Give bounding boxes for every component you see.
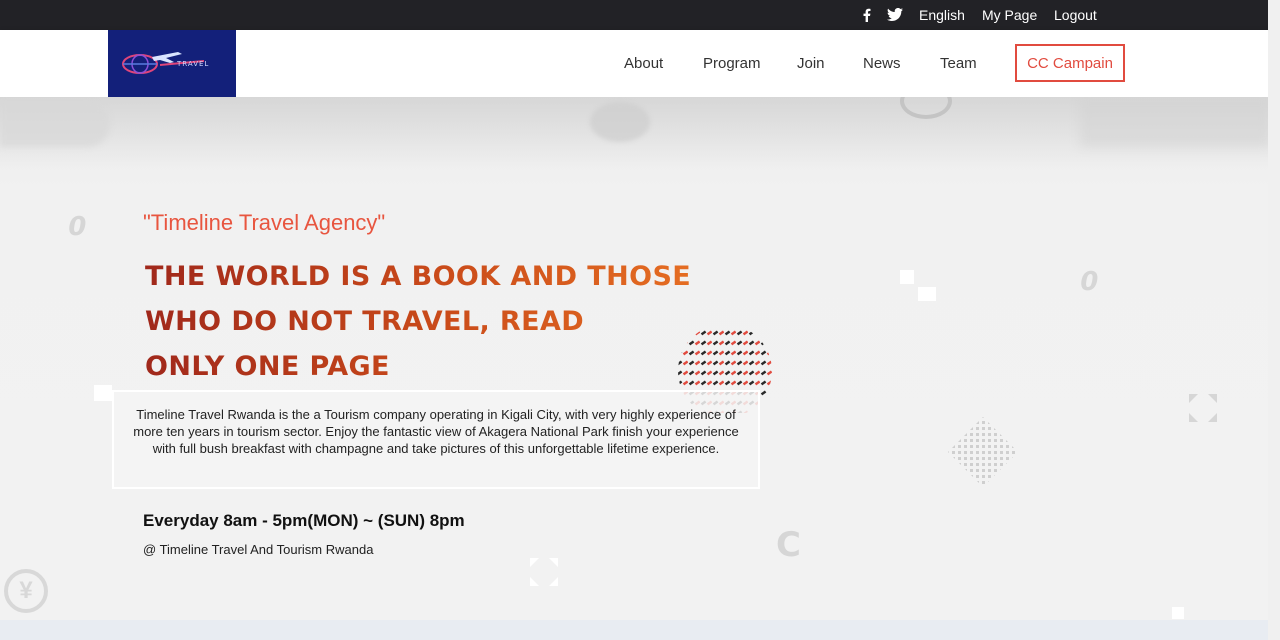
hero-section: 0 0 C ¥ "Timeline Travel Agency" THE WOR… [0,97,1268,620]
nav-item-team[interactable]: Team [940,55,977,72]
background-blur-shape [1080,97,1268,147]
cc-campain-button[interactable]: CC Campain [1015,44,1125,82]
pixel-square [1172,607,1184,619]
logout-link[interactable]: Logout [1054,7,1097,23]
logo-text: TRAVEL [177,60,210,68]
dotted-diamond-pattern [948,417,1018,487]
site-logo[interactable]: TRAVEL [108,30,236,97]
zero-glyph-icon: 0 [65,212,89,242]
hero-subtitle: "Timeline Travel Agency" [143,210,386,235]
globe-plane-icon [122,52,205,74]
yen-coin-icon: ¥ [4,569,48,613]
nav-item-news[interactable]: News [863,55,901,72]
page-bottom-strip [0,620,1268,640]
cross-arrows-icon [1189,394,1217,422]
pixel-square [94,385,112,401]
background-blur-shape [590,102,650,142]
background-blur-shape [0,102,110,147]
top-bar: English My Page Logout [0,0,1268,30]
opening-hours: Everyday 8am - 5pm(MON) ~ (SUN) 8pm [143,511,465,530]
description-box: Timeline Travel Rwanda is the a Tourism … [112,390,760,489]
scrollbar[interactable] [1268,0,1280,640]
zero-glyph-icon: 0 [1077,267,1101,297]
language-link[interactable]: English [919,7,965,23]
nav-item-join[interactable]: Join [797,55,825,72]
mypage-link[interactable]: My Page [982,7,1037,23]
hero-headline: THE WORLD IS A BOOK AND THOSE WHO DO NOT… [145,254,785,389]
nav-item-program[interactable]: Program [703,55,761,72]
headline-line-3: ONLY ONE PAGE [145,351,390,382]
copyright-glyph-icon: C [776,525,801,565]
twitter-icon[interactable] [887,7,903,24]
headline-line-2: WHO DO NOT TRAVEL, READ [145,306,585,337]
cross-arrows-icon [530,558,558,586]
pixel-square [900,270,914,284]
company-address: @ Timeline Travel And Tourism Rwanda [143,542,374,557]
facebook-icon[interactable] [862,8,871,25]
pixel-square [918,287,936,301]
headline-line-1: THE WORLD IS A BOOK AND THOSE [145,261,692,292]
nav-item-about[interactable]: About [624,55,663,72]
